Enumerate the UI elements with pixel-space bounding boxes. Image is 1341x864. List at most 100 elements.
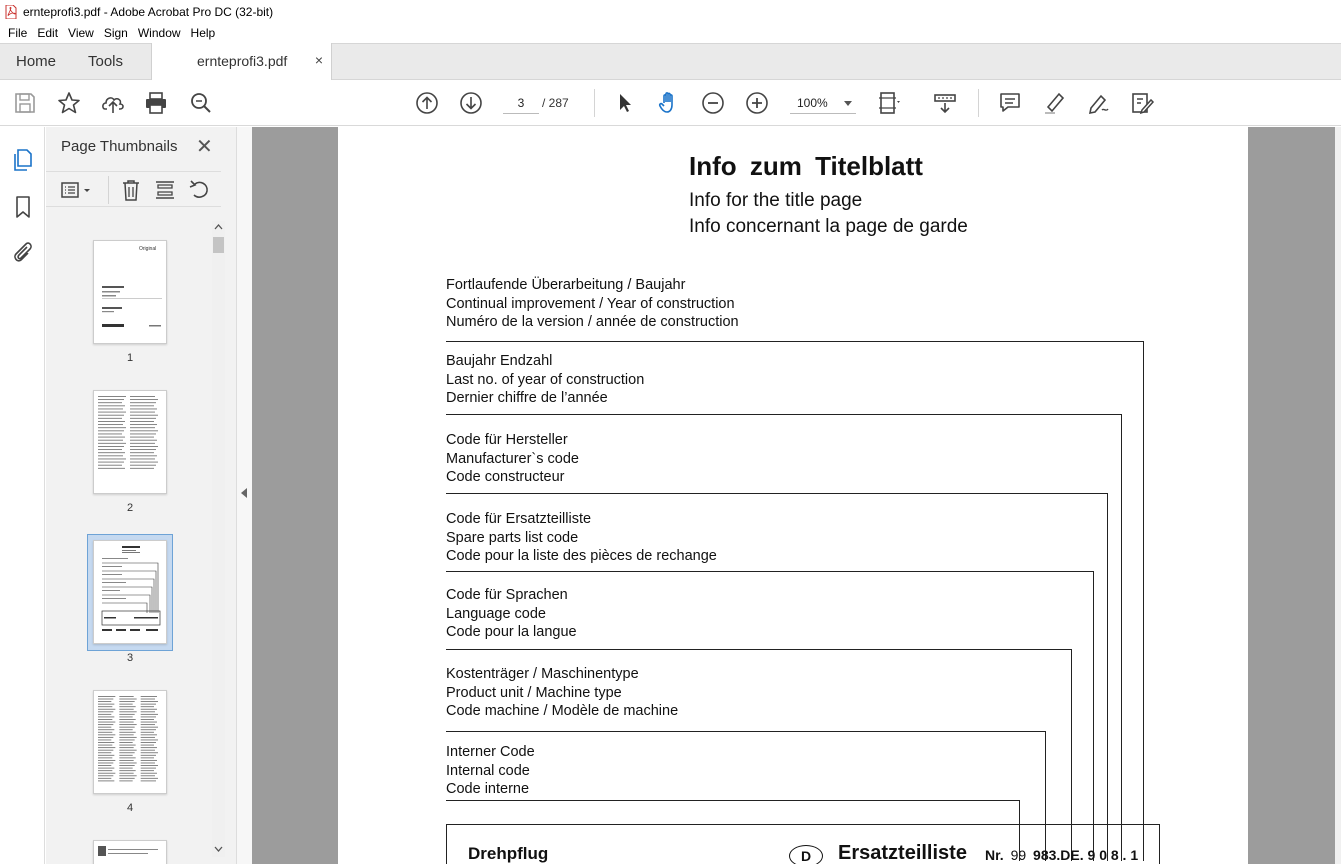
- page-number-input[interactable]: 3: [503, 92, 539, 114]
- thumbnail-scrollbar[interactable]: [212, 221, 225, 857]
- thumbnail-label: 4: [126, 802, 134, 814]
- scroll-down-icon[interactable]: [214, 845, 223, 853]
- section-revision: Fortlaufende Überarbeitung / Baujahr Con…: [446, 276, 739, 332]
- section-line: Manufacturer`s code: [446, 450, 579, 467]
- bookmark-icon[interactable]: [10, 194, 36, 220]
- leader-line: [1121, 414, 1122, 861]
- scroll-up-icon[interactable]: [214, 223, 223, 231]
- page-title: Info zum Titelblatt: [689, 151, 923, 181]
- section-line: Code pour la langue: [446, 624, 577, 640]
- page-thumbnails-panel: Page Thumbnails ✕ Original 1 2 3 4: [46, 127, 236, 864]
- viewer-scrollbar[interactable]: [1335, 127, 1341, 864]
- page-thumbnails-icon[interactable]: [10, 147, 36, 173]
- delete-icon[interactable]: [119, 178, 143, 202]
- fit-page-icon[interactable]: [876, 90, 902, 116]
- menu-view[interactable]: View: [63, 26, 99, 40]
- scroll-mode-icon[interactable]: [932, 90, 958, 116]
- leader-line: [446, 649, 1072, 650]
- window-title: ernteprofi3.pdf - Adobe Acrobat Pro DC (…: [23, 4, 274, 19]
- panel-title: Page Thumbnails: [61, 138, 178, 155]
- tab-document[interactable]: ernteprofi3.pdf ×: [151, 43, 332, 80]
- thumbnail-image: [93, 540, 167, 644]
- hand-icon[interactable]: [656, 90, 682, 116]
- toolbar-divider: [594, 89, 595, 117]
- section-line: Code für Hersteller: [446, 432, 568, 448]
- section-line: Code machine / Modèle de machine: [446, 703, 679, 719]
- attachment-icon[interactable]: [10, 239, 36, 265]
- page-down-icon[interactable]: [458, 90, 484, 116]
- main-toolbar: 3 / 287 100%: [0, 81, 1341, 126]
- zoom-in-icon[interactable]: [744, 90, 770, 116]
- upload-icon[interactable]: [100, 90, 126, 116]
- menu-file[interactable]: File: [3, 26, 32, 40]
- zoom-select[interactable]: 100%: [790, 92, 856, 114]
- section-line: Last no. of year of construction: [446, 371, 645, 388]
- section-line: Dernier chiffre de l’année: [446, 390, 608, 406]
- section-line: Product unit / Machine type: [446, 684, 622, 701]
- find-icon[interactable]: [188, 90, 214, 116]
- menu-window[interactable]: Window: [133, 26, 186, 40]
- number-prefix: Nr.: [985, 847, 1004, 863]
- leader-line: [446, 571, 1094, 572]
- menu-edit[interactable]: Edit: [32, 26, 63, 40]
- select-icon[interactable]: [612, 90, 638, 116]
- section-language: Code für Sprachen Language code Code pou…: [446, 586, 577, 642]
- comment-icon[interactable]: [997, 90, 1023, 116]
- print-icon[interactable]: [143, 90, 169, 116]
- edit-icon[interactable]: [1129, 90, 1155, 116]
- star-icon[interactable]: [56, 90, 82, 116]
- section-internal-code: Interner Code Internal code Code interne: [446, 743, 535, 799]
- section-line: Internal code: [446, 762, 530, 779]
- section-line: Fortlaufende Überarbeitung / Baujahr: [446, 277, 686, 293]
- tab-close-icon[interactable]: ×: [315, 52, 323, 68]
- page-up-icon[interactable]: [414, 90, 440, 116]
- scrollbar-thumb[interactable]: [213, 237, 224, 253]
- options-menu-icon[interactable]: [60, 178, 94, 202]
- section-line: Language code: [446, 605, 546, 622]
- menu-help[interactable]: Help: [186, 26, 221, 40]
- tab-document-label: ernteprofi3.pdf: [197, 53, 288, 69]
- chevron-down-icon: [844, 101, 852, 106]
- tab-tools[interactable]: Tools: [88, 44, 123, 80]
- page-subtitle-en: Info for the title page: [689, 190, 863, 211]
- section-line: Code interne: [446, 781, 530, 797]
- section-line: Continual improvement / Year of construc…: [446, 295, 735, 312]
- svg-text:Original: Original: [139, 246, 156, 252]
- highlight-icon[interactable]: [1041, 90, 1067, 116]
- leader-line: [1143, 341, 1144, 861]
- section-line: Code constructeur: [446, 469, 565, 485]
- page-subtitle-fr: Info concernant la page de garde: [689, 216, 968, 237]
- section-line: Code für Sprachen: [446, 587, 568, 603]
- rotate-icon[interactable]: [187, 178, 211, 202]
- thumbnail-label: 3: [126, 652, 134, 664]
- thumbnail-toolbar: [46, 171, 221, 207]
- panel-close-icon[interactable]: ✕: [196, 134, 213, 159]
- section-line: Code für Ersatzteilliste: [446, 511, 592, 527]
- window-titlebar: ernteprofi3.pdf - Adobe Acrobat Pro DC (…: [0, 0, 1341, 23]
- panel-collapse-handle[interactable]: [236, 127, 252, 864]
- toolbar-divider: [978, 89, 979, 117]
- thumbnail-image: [93, 390, 167, 494]
- menu-sign[interactable]: Sign: [99, 26, 133, 40]
- zoom-out-icon[interactable]: [700, 90, 726, 116]
- chevron-left-icon: [241, 488, 247, 498]
- tab-home[interactable]: Home: [16, 44, 56, 80]
- section-line: Code pour la liste des pièces de rechang…: [446, 548, 717, 564]
- section-year-digit: Baujahr Endzahl Last no. of year of cons…: [446, 352, 644, 408]
- pdf-page: Info zum Titelblatt Info for the title p…: [338, 127, 1248, 864]
- section-line: Kostenträger / Maschinentype: [446, 666, 639, 682]
- thumbnail-image: [93, 840, 167, 864]
- leader-line: [446, 341, 1144, 342]
- document-viewer[interactable]: Info zum Titelblatt Info for the title p…: [252, 127, 1335, 864]
- leader-line: [1093, 571, 1094, 861]
- menu-bar: File Edit View Sign Window Help: [0, 23, 1341, 43]
- sign-icon[interactable]: [1085, 90, 1111, 116]
- extract-pages-icon[interactable]: [153, 178, 177, 202]
- leader-line: [446, 731, 1046, 732]
- thumbnail-label: 1: [126, 352, 134, 364]
- section-line: Baujahr Endzahl: [446, 353, 553, 369]
- save-icon[interactable]: [12, 90, 38, 116]
- language-badge: D: [789, 845, 823, 864]
- number-code: 983.DE. 9 0 8 . 1: [1033, 847, 1139, 863]
- list-title: Ersatzteilliste: [838, 842, 967, 864]
